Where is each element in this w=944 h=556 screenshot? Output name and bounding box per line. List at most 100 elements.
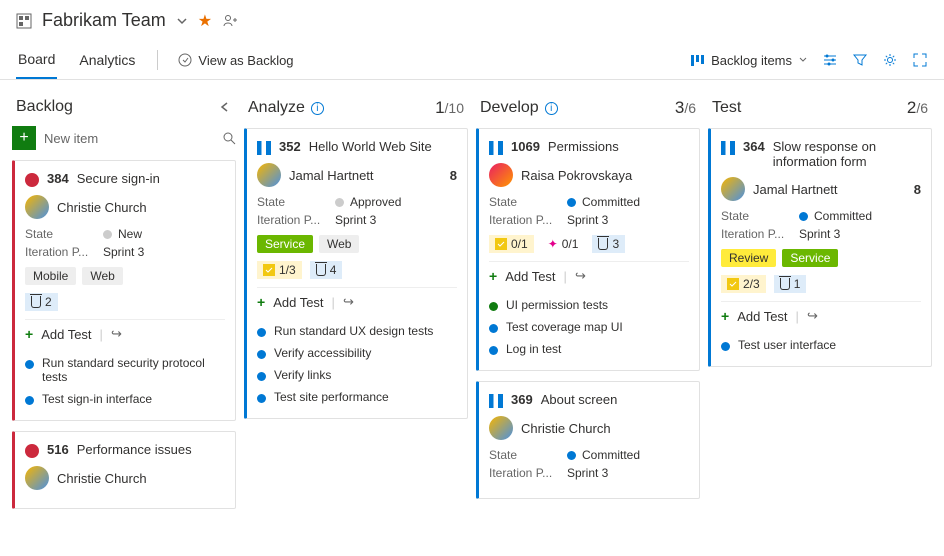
avatar bbox=[257, 163, 281, 187]
add-test-button[interactable]: Add Test bbox=[505, 269, 555, 284]
team-icon bbox=[16, 13, 32, 29]
card-1069[interactable]: 1069Permissions Raisa Pokrovskaya StateC… bbox=[476, 128, 700, 371]
test-chip[interactable]: 1 bbox=[774, 275, 807, 293]
backlog-items-dropdown[interactable]: Backlog items bbox=[690, 53, 808, 68]
card-384[interactable]: 384Secure sign-in Christie Church StateN… bbox=[12, 160, 236, 421]
iteration-label: Iteration P... bbox=[489, 466, 559, 480]
test-item[interactable]: Test user interface bbox=[738, 338, 836, 352]
column-develop: Developi3/6 1069Permissions Raisa Pokrov… bbox=[476, 92, 700, 519]
test-item[interactable]: Test sign-in interface bbox=[42, 392, 152, 406]
column-title: Backlog bbox=[16, 98, 73, 116]
search-icon[interactable] bbox=[222, 131, 236, 145]
work-item-id: 352 bbox=[279, 139, 301, 154]
test-item[interactable]: Log in test bbox=[506, 342, 561, 356]
work-item-id: 369 bbox=[511, 392, 533, 407]
bullet-icon bbox=[721, 342, 730, 351]
test-chip[interactable]: 4 bbox=[310, 261, 343, 279]
pbi-icon bbox=[257, 141, 271, 155]
tag-service: Service bbox=[782, 249, 838, 267]
bullet-icon bbox=[257, 394, 266, 403]
bullet-icon bbox=[25, 396, 34, 405]
test-chip[interactable]: 2 bbox=[25, 293, 58, 311]
plus-icon: + bbox=[721, 308, 729, 324]
work-item-title: Hello World Web Site bbox=[309, 139, 432, 154]
iteration-value: Sprint 3 bbox=[567, 466, 689, 480]
effort: 8 bbox=[914, 182, 921, 197]
add-test-button[interactable]: Add Test bbox=[41, 327, 91, 342]
state-value: Committed bbox=[582, 448, 640, 462]
info-icon[interactable]: i bbox=[545, 102, 558, 115]
tag-review: Review bbox=[721, 249, 776, 267]
assignee: Jamal Hartnett bbox=[753, 182, 838, 197]
goto-icon[interactable]: ↪ bbox=[807, 308, 818, 324]
view-as-backlog-label: View as Backlog bbox=[198, 53, 293, 68]
view-as-backlog-button[interactable]: View as Backlog bbox=[178, 53, 293, 68]
test-item[interactable]: Test site performance bbox=[274, 390, 389, 404]
goto-icon[interactable]: ↪ bbox=[575, 268, 586, 284]
iteration-value: Sprint 3 bbox=[103, 245, 225, 259]
bug-icon bbox=[25, 444, 39, 458]
settings-icon[interactable] bbox=[822, 52, 838, 68]
filter-icon[interactable] bbox=[852, 52, 868, 68]
task-chip[interactable]: 2/3 bbox=[721, 275, 766, 293]
goto-icon[interactable]: ↪ bbox=[111, 326, 122, 342]
plus-icon: + bbox=[489, 268, 497, 284]
bullet-icon bbox=[25, 360, 34, 369]
add-test-button[interactable]: Add Test bbox=[273, 295, 323, 310]
bug-icon bbox=[25, 173, 39, 187]
test-item[interactable]: Run standard UX design tests bbox=[274, 324, 433, 338]
test-item[interactable]: Verify accessibility bbox=[274, 346, 371, 360]
task-chip[interactable]: 0/1 bbox=[489, 235, 534, 253]
tab-analytics[interactable]: Analytics bbox=[77, 42, 137, 78]
state-label: State bbox=[257, 195, 327, 209]
state-label: State bbox=[25, 227, 95, 241]
chevron-down-icon[interactable] bbox=[176, 15, 188, 27]
people-icon[interactable] bbox=[222, 13, 238, 29]
test-item[interactable]: UI permission tests bbox=[506, 298, 608, 312]
bullet-icon bbox=[257, 328, 266, 337]
fullscreen-icon[interactable] bbox=[912, 52, 928, 68]
test-chip[interactable]: 3 bbox=[592, 235, 625, 253]
new-item-button[interactable]: + bbox=[12, 126, 36, 150]
new-item-label[interactable]: New item bbox=[44, 131, 214, 146]
card-369[interactable]: 369About screen Christie Church StateCom… bbox=[476, 381, 700, 499]
state-value: New bbox=[118, 227, 142, 241]
iteration-label: Iteration P... bbox=[25, 245, 95, 259]
test-item[interactable]: Run standard security protocol tests bbox=[42, 356, 225, 384]
card-364[interactable]: 364 Slow response on information form Jam… bbox=[708, 128, 932, 367]
tab-board[interactable]: Board bbox=[16, 41, 57, 79]
card-352[interactable]: 352Hello World Web Site Jamal Hartnett8 … bbox=[244, 128, 468, 419]
beaker-icon bbox=[316, 264, 326, 276]
column-title: Analyze bbox=[248, 99, 305, 117]
bug-chip[interactable]: ✦0/1 bbox=[542, 235, 585, 253]
goto-icon[interactable]: ↪ bbox=[343, 294, 354, 310]
avatar bbox=[489, 416, 513, 440]
gear-icon[interactable] bbox=[882, 52, 898, 68]
avatar bbox=[25, 195, 49, 219]
state-label: State bbox=[721, 209, 791, 223]
column-title: Test bbox=[712, 99, 741, 117]
board-icon bbox=[690, 53, 705, 68]
info-icon[interactable]: i bbox=[311, 102, 324, 115]
add-test-button[interactable]: Add Test bbox=[737, 309, 787, 324]
iteration-value: Sprint 3 bbox=[335, 213, 457, 227]
beaker-icon bbox=[598, 238, 608, 250]
state-value: Approved bbox=[350, 195, 401, 209]
tag: Web bbox=[82, 267, 122, 285]
work-item-title: Slow response on information form bbox=[773, 139, 921, 169]
column-title: Develop bbox=[480, 99, 539, 117]
work-item-id: 384 bbox=[47, 171, 69, 186]
iteration-label: Iteration P... bbox=[721, 227, 791, 241]
work-item-title: Secure sign-in bbox=[77, 171, 160, 186]
star-icon[interactable]: ★ bbox=[198, 11, 212, 31]
work-item-title: Performance issues bbox=[77, 442, 192, 457]
task-chip[interactable]: 1/3 bbox=[257, 261, 302, 279]
test-item[interactable]: Verify links bbox=[274, 368, 331, 382]
work-item-id: 364 bbox=[743, 139, 765, 154]
test-item[interactable]: Test coverage map UI bbox=[506, 320, 623, 334]
pbi-icon bbox=[489, 141, 503, 155]
iteration-label: Iteration P... bbox=[257, 213, 327, 227]
bullet-icon bbox=[489, 346, 498, 355]
collapse-icon[interactable] bbox=[218, 100, 232, 114]
card-516[interactable]: 516Performance issues Christie Church bbox=[12, 431, 236, 509]
